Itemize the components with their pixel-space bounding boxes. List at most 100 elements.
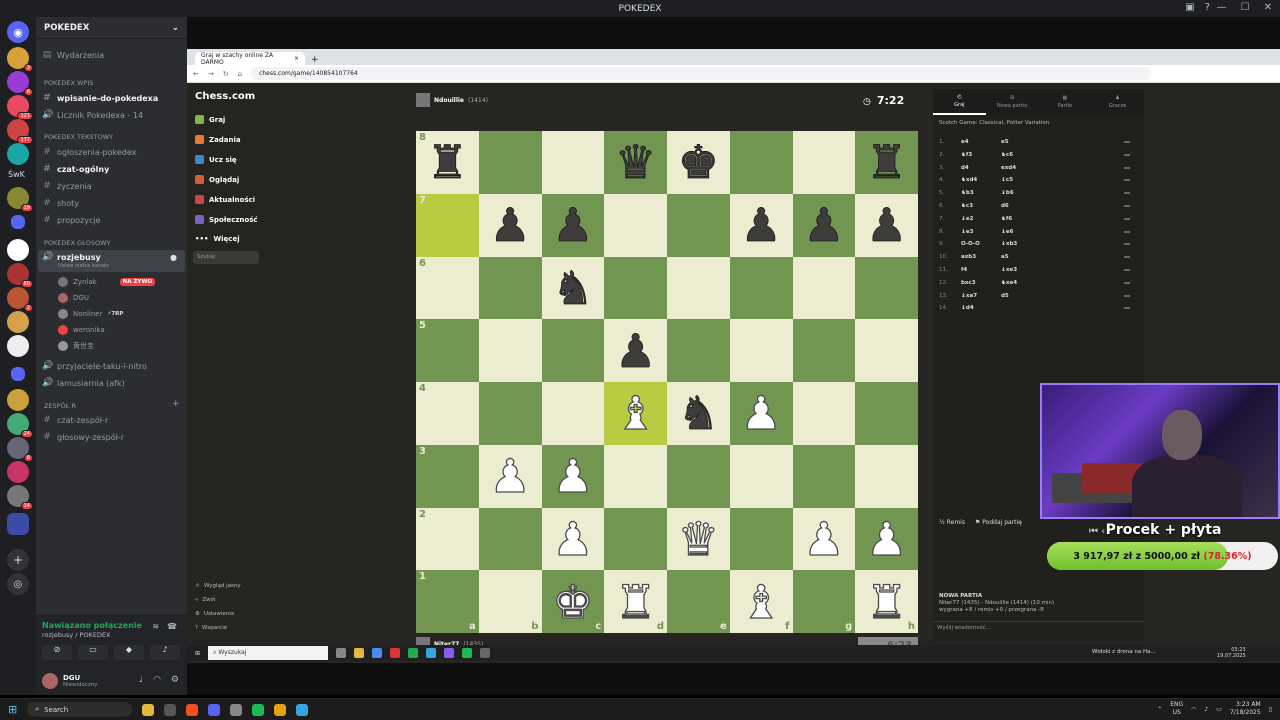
square-e7[interactable] [667,193,730,257]
square-a6[interactable]: 6 [416,256,479,320]
app-icon[interactable] [480,648,491,658]
square-h8[interactable]: ♜ [855,131,918,194]
square-a8[interactable]: 8 ♜ [416,131,479,194]
square-f5[interactable] [729,319,793,382]
app-icon[interactable] [164,703,177,716]
chrome-icon[interactable] [372,648,383,658]
black-pawn-icon[interactable]: ♟ [489,202,531,249]
square-d8[interactable]: ♛ [604,131,667,194]
black-king-icon[interactable]: ♚ [677,139,719,186]
channel-glosowy-r[interactable]: # głosowy-zespół-r [42,432,124,442]
white-move[interactable]: e4 [961,139,1001,145]
move-row[interactable]: 7. ♝e2 ♞f6 [939,216,1130,222]
white-move[interactable]: ♝e3 [961,229,1001,235]
server-icon[interactable]: 3 [7,47,33,72]
menu-play[interactable]: Graj [195,115,225,124]
square-e5[interactable] [667,319,730,382]
app-icon[interactable] [230,703,243,716]
white-move[interactable]: f4 [961,267,1001,273]
square-d4[interactable]: ♝ [604,382,667,445]
menu-support[interactable]: ? Wsparcie [195,625,227,631]
pokedex-server-icon[interactable] [7,239,29,261]
tab-players[interactable]: ♟ Gracze [1091,89,1144,115]
white-move[interactable]: ♞xd4 [961,177,1001,183]
square-e6[interactable] [667,256,730,320]
server-icon[interactable]: 177 [7,119,33,144]
voice-user[interactable]: DGU [58,293,89,303]
black-pawn-icon[interactable]: ♟ [866,202,908,249]
square-h2[interactable]: ♟ [855,507,918,571]
move-row[interactable]: 6. ♞c3 d6 [939,203,1130,209]
white-move[interactable]: ♞f3 [961,152,1001,158]
soundboard-icon[interactable]: ♪ [150,645,180,660]
square-f8[interactable] [729,131,793,194]
brave-icon[interactable] [186,703,199,716]
discord-home-icon[interactable]: ◉ [7,21,29,43]
square-d2[interactable] [604,507,667,571]
move-row[interactable]: 10. axb3 a5 [939,254,1130,260]
file-explorer-icon[interactable] [142,703,155,716]
channel-lamusiarnia[interactable]: 🔊 lamusiarnia (afk) [42,378,125,388]
square-b4[interactable] [478,382,542,445]
square-g4[interactable] [792,382,856,445]
move-row[interactable]: 4. ♞xd4 ♝c5 [939,177,1130,183]
channel-zyczenia[interactable]: # życzenia [42,181,91,191]
move-row[interactable]: 5. ♞b3 ♝b6 [939,190,1130,196]
events-item[interactable]: ▤ Wydarzenia [42,50,104,60]
add-server-icon[interactable]: + [7,549,29,571]
menu-more[interactable]: ••• Więcej [195,235,240,243]
square-e2[interactable]: ♛ [667,507,730,571]
app-icon[interactable] [408,648,419,658]
square-b8[interactable] [478,131,542,194]
square-c6[interactable]: ♞ [541,256,605,320]
close-icon[interactable]: × [294,55,299,62]
white-move[interactable]: ♝xa7 [961,293,1001,299]
move-row[interactable]: 9. O-O-O ♝xb3 [939,241,1130,247]
voice-status[interactable]: Nawiązano połączenie [42,621,142,630]
folder-icon[interactable] [11,215,25,229]
white-rook-icon[interactable]: ♜ [865,578,908,625]
square-b3[interactable]: ♟ [478,444,542,508]
square-d5[interactable]: ♟ [604,319,667,382]
taskbar-search[interactable]: ⌕ Search [27,702,133,717]
volume-icon[interactable]: ♪ [1204,706,1208,713]
microphone-icon[interactable]: ♩ [139,675,143,685]
white-bishop-icon[interactable]: ♝ [740,578,783,625]
move-row[interactable]: 11. f4 ♝xe3 [939,267,1130,273]
channel-ogloszenia[interactable]: # ogłoszenia-pokedex [42,147,136,157]
chess-board[interactable]: 8 ♜ ♛ ♚ ♜ 7 ♟ ♟ ♟ ♟ ♟ 6 ♞ 5 ♟ 4 ♝ ♞ ♟ 3 ♟ ♟ 2 ♟ ♛ ♟ ♟ 1 a b c ♚ d ♜ e f ♝ g h ♜ [416,131,918,633]
square-d1[interactable]: d ♜ [604,570,667,633]
forward-icon[interactable]: → [208,70,214,78]
white-move[interactable]: ♝d4 [961,305,1001,311]
square-d3[interactable] [604,444,667,508]
black-move[interactable]: d5 [1001,293,1041,299]
black-pawn-icon[interactable]: ♟ [803,202,845,249]
server-icon[interactable]: 60 [7,263,33,288]
channel-shoty[interactable]: # shoty [42,198,79,208]
white-move[interactable]: ♝e2 [961,216,1001,222]
square-c1[interactable]: c ♚ [541,570,605,633]
square-a7[interactable]: 7 [416,193,479,257]
tab-play[interactable]: ◴ Graj [933,89,986,115]
server-icon[interactable] [7,389,29,411]
category-label[interactable]: Zespół R [44,402,76,410]
menu-community[interactable]: Społeczność [195,215,258,224]
square-h7[interactable]: ♟ [855,193,918,257]
avatar[interactable] [42,673,58,689]
news-widget[interactable]: Widoki z drona na Ha... [1092,649,1156,655]
black-move[interactable]: ♝xb3 [1001,241,1041,247]
url-input[interactable]: chess.com/game/140854107764 [251,67,1152,80]
square-h6[interactable] [855,256,918,320]
square-a2[interactable]: 2 [416,507,479,571]
add-channel-icon[interactable]: + [172,399,180,409]
voice-channel-name[interactable]: rozjebusy / POKEDEX [42,631,111,639]
voice-user[interactable]: weronika [58,325,105,335]
category-label[interactable]: POKEDEX Wpis [44,79,93,87]
square-g3[interactable] [792,444,856,508]
black-move[interactable]: e5 [1001,139,1041,145]
activity-icon[interactable]: ◆ [114,645,144,660]
square-f2[interactable] [729,507,793,571]
server-icon[interactable]: 19 [7,187,33,212]
folder-icon[interactable] [354,648,365,658]
black-move[interactable]: ♝xe3 [1001,267,1041,273]
